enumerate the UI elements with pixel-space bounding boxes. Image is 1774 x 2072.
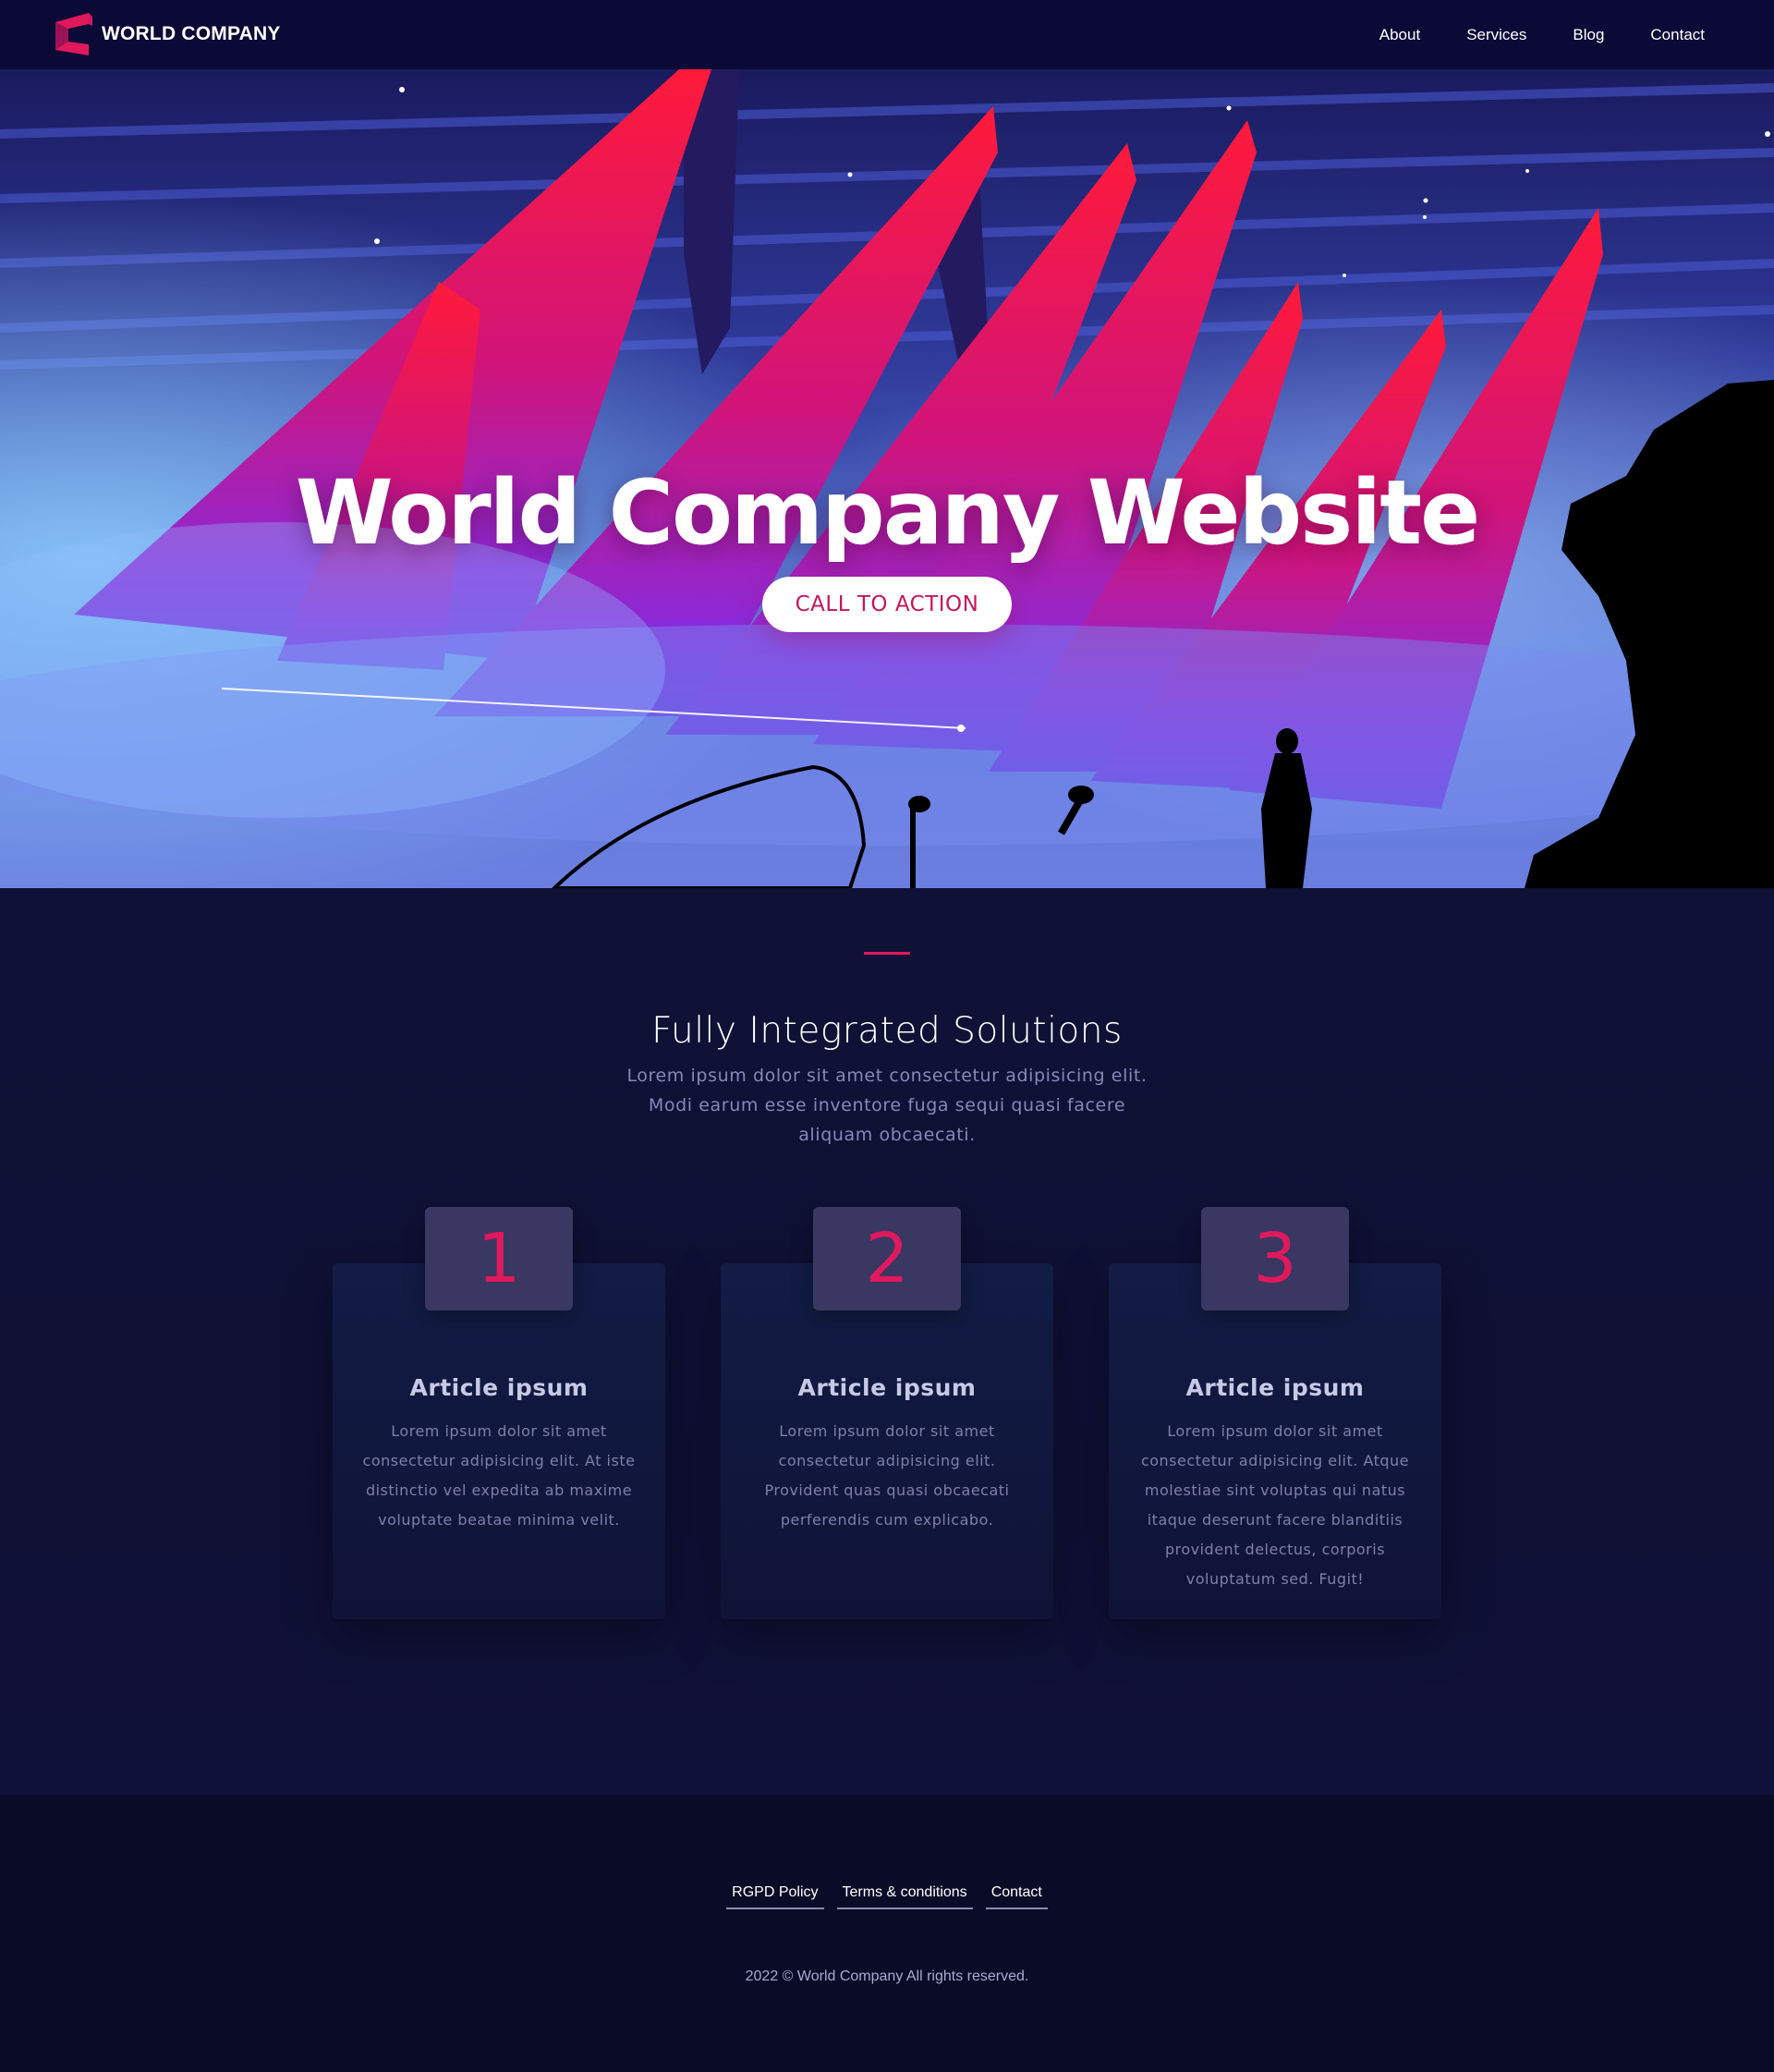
hero-title: World Company Website bbox=[295, 461, 1480, 566]
card-title: Article ipsum bbox=[797, 1374, 977, 1401]
footer-link-terms[interactable]: Terms & conditions bbox=[836, 1884, 973, 1909]
logo-icon bbox=[55, 13, 92, 55]
feature-card-1: 1 Article ipsum Lorem ipsum dolor sit am… bbox=[333, 1207, 665, 1619]
footer-links: RGPD Policy Terms & conditions Contact bbox=[0, 1884, 1774, 1909]
brand-name: WORLD COMPANY bbox=[102, 23, 281, 44]
nav-about[interactable]: About bbox=[1379, 26, 1420, 44]
nav-services[interactable]: Services bbox=[1466, 26, 1526, 44]
card-number-badge: 3 bbox=[1201, 1207, 1349, 1310]
nav-blog[interactable]: Blog bbox=[1573, 26, 1604, 44]
card-text: Lorem ipsum dolor sit amet consectetur a… bbox=[764, 1422, 1010, 1529]
section-accent-line bbox=[864, 952, 910, 955]
site-footer: RGPD Policy Terms & conditions Contact 2… bbox=[0, 1795, 1774, 2072]
feature-card-2: 2 Article ipsum Lorem ipsum dolor sit am… bbox=[721, 1207, 1053, 1619]
call-to-action-button[interactable]: CALL TO ACTION bbox=[762, 577, 1012, 632]
brand-logo[interactable]: WORLD COMPANY bbox=[52, 11, 281, 57]
card-title: Article ipsum bbox=[409, 1374, 589, 1401]
copyright-text: 2022 © World Company All rights reserved… bbox=[745, 1968, 1029, 1984]
footer-link-rgpd[interactable]: RGPD Policy bbox=[726, 1884, 824, 1909]
card-text: Lorem ipsum dolor sit amet consectetur a… bbox=[1140, 1422, 1410, 1588]
main-menu: About Services Blog Contact bbox=[1333, 0, 1705, 69]
hero-section: World Company Website CALL TO ACTION bbox=[0, 69, 1774, 888]
section-title: Fully Integrated Solutions bbox=[651, 1010, 1123, 1053]
footer-link-contact[interactable]: Contact bbox=[985, 1884, 1048, 1909]
card-title: Article ipsum bbox=[1185, 1374, 1365, 1401]
section-description: Lorem ipsum dolor sit amet consectetur a… bbox=[626, 1066, 1148, 1145]
top-navbar: WORLD COMPANY About Services Blog Contac… bbox=[0, 0, 1774, 69]
solutions-section: Fully Integrated Solutions Lorem ipsum d… bbox=[0, 888, 1774, 1795]
nav-contact[interactable]: Contact bbox=[1650, 26, 1705, 44]
card-text: Lorem ipsum dolor sit amet consectetur a… bbox=[362, 1422, 636, 1529]
feature-card-3: 3 Article ipsum Lorem ipsum dolor sit am… bbox=[1109, 1207, 1441, 1619]
card-number-badge: 1 bbox=[425, 1207, 573, 1310]
card-number-badge: 2 bbox=[813, 1207, 961, 1310]
